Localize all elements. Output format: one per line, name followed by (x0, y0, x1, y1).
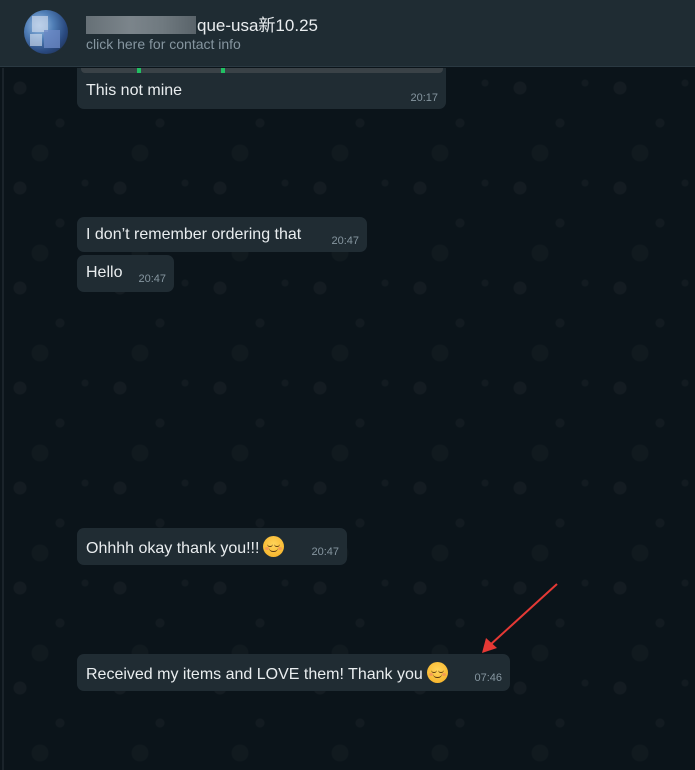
redacted-name-blur (86, 16, 196, 34)
message-bubble[interactable]: Hello 20:47 (77, 255, 174, 292)
message-time: 07:46 (474, 672, 502, 684)
contact-info-link[interactable]: click here for contact info (86, 36, 241, 52)
relieved-face-emoji (263, 536, 285, 557)
message-bubble[interactable]: Received my items and LOVE them! Thank y… (77, 654, 510, 691)
message-bubble[interactable]: Ohhhh okay thank you!!! 20:47 (77, 528, 347, 565)
message-text: I don’t remember ordering that (86, 226, 302, 243)
pane-divider (2, 68, 4, 770)
message-text: This not mine (86, 82, 183, 99)
message-text: Ohhhh okay thank you!!! (86, 536, 285, 558)
relieved-face-emoji (426, 662, 448, 683)
message-bubble[interactable]: I don’t remember ordering that 20:47 (77, 217, 367, 252)
message-time: 20:47 (311, 546, 339, 558)
message-bubble[interactable]: This not mine 20:17 (77, 68, 446, 109)
contact-avatar[interactable] (24, 10, 68, 54)
chat-header[interactable]: que-usa新10.25 click here for contact inf… (0, 0, 695, 67)
message-time: 20:47 (138, 273, 166, 285)
contact-name[interactable]: que-usa新10.25 (86, 11, 318, 36)
message-time: 20:17 (410, 92, 438, 104)
message-text: Received my items and LOVE them! Thank y… (86, 662, 448, 684)
message-text: Hello (86, 264, 123, 281)
message-time: 20:47 (331, 235, 359, 247)
media-preview-edge[interactable] (81, 68, 443, 73)
